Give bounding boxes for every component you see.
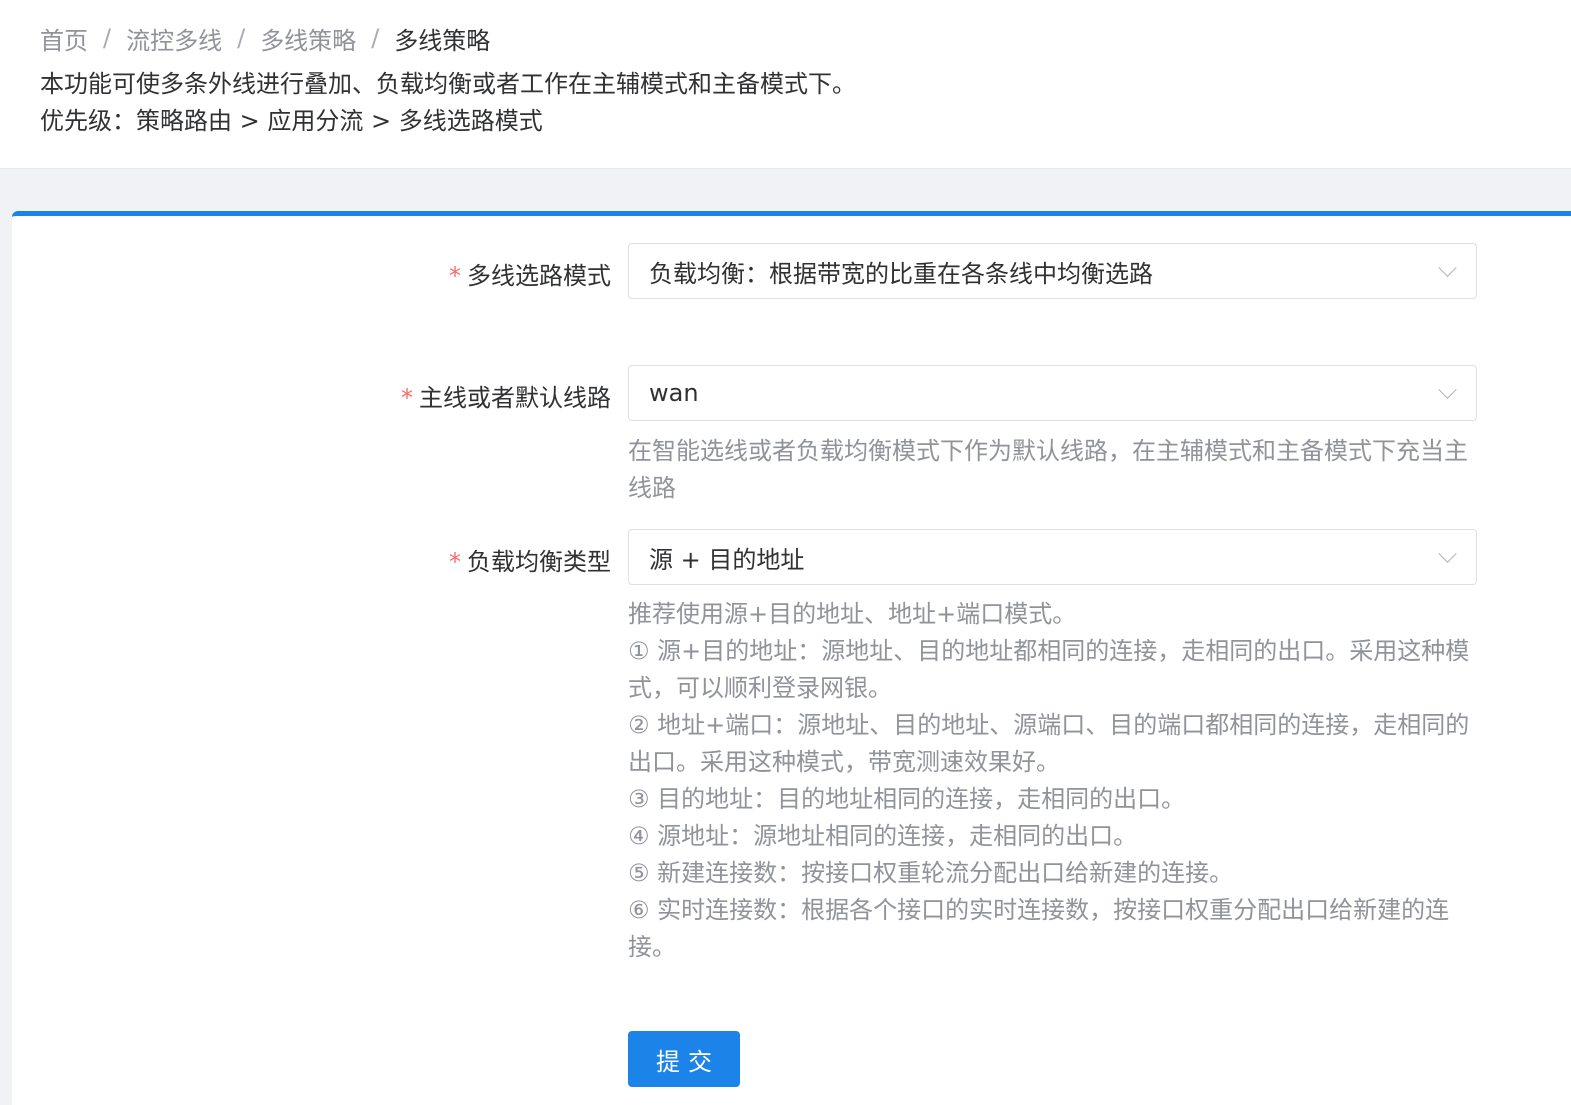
breadcrumb-separator: / xyxy=(103,24,112,52)
lb-type-help-line: ⑥ 实时连接数：根据各个接口的实时连接数，按接口权重分配出口给新建的连接。 xyxy=(628,896,1450,961)
lb-type-help-line: ① 源+目的地址：源地址、目的地址都相同的连接，走相同的出口。采用这种模式，可以… xyxy=(628,637,1470,702)
lb-type-help-line: ④ 源地址：源地址相同的连接，走相同的出口。 xyxy=(628,822,1138,850)
mode-label-text: 多线选路模式 xyxy=(467,262,611,290)
default-line-select[interactable]: wan xyxy=(628,365,1477,421)
breadcrumb-item-flow-control[interactable]: 流控多线 xyxy=(126,21,222,56)
submit-button[interactable]: 提交 xyxy=(628,1031,740,1087)
default-line-help: 在智能选线或者负载均衡模式下作为默认线路，在主辅模式和主备模式下充当主线路 xyxy=(628,433,1478,507)
chevron-down-icon xyxy=(1438,380,1457,399)
required-mark: * xyxy=(449,548,461,576)
breadcrumb: 首页 / 流控多线 / 多线策略 / 多线策略 xyxy=(40,20,490,56)
mode-label: * 多线选路模式 xyxy=(449,258,611,294)
default-line-label: * 主线或者默认线路 xyxy=(401,380,611,416)
lb-type-select-value: 源 + 目的地址 xyxy=(649,545,805,574)
lb-type-help-line: 推荐使用源+目的地址、地址+端口模式。 xyxy=(628,600,1077,628)
required-mark: * xyxy=(449,262,461,290)
mode-select-value: 负载均衡：根据带宽的比重在各条线中均衡选路 xyxy=(649,259,1153,288)
breadcrumb-item-current: 多线策略 xyxy=(394,26,491,55)
default-line-label-text: 主线或者默认线路 xyxy=(419,384,611,412)
lb-type-help-line: ② 地址+端口：源地址、目的地址、源端口、目的端口都相同的连接，走相同的出口。采… xyxy=(628,711,1470,776)
breadcrumb-separator: / xyxy=(237,24,246,52)
page-header: 首页 / 流控多线 / 多线策略 / 多线策略 本功能可使多条外线进行叠加、负载… xyxy=(0,0,1571,169)
page-description: 本功能可使多条外线进行叠加、负载均衡或者工作在主辅模式和主备模式下。 xyxy=(40,70,856,98)
lb-type-help: 推荐使用源+目的地址、地址+端口模式。 ① 源+目的地址：源地址、目的地址都相同… xyxy=(628,596,1478,966)
lb-type-label: * 负载均衡类型 xyxy=(449,544,611,580)
default-line-help-text: 在智能选线或者负载均衡模式下作为默认线路，在主辅模式和主备模式下充当主线路 xyxy=(628,437,1468,502)
lb-type-help-line: ⑤ 新建连接数：按接口权重轮流分配出口给新建的连接。 xyxy=(628,859,1234,887)
priority-description: 优先级：策略路由 > 应用分流 > 多线选路模式 xyxy=(40,107,543,135)
breadcrumb-item-multiline-policy[interactable]: 多线策略 xyxy=(260,21,356,56)
lb-type-help-line: ③ 目的地址：目的地址相同的连接，走相同的出口。 xyxy=(628,785,1186,813)
default-line-select-value: wan xyxy=(649,379,699,407)
chevron-down-icon xyxy=(1438,258,1457,277)
lb-type-label-text: 负载均衡类型 xyxy=(467,548,611,576)
breadcrumb-separator: / xyxy=(371,24,380,52)
mode-select[interactable]: 负载均衡：根据带宽的比重在各条线中均衡选路 xyxy=(628,243,1477,299)
form-card: * 多线选路模式 负载均衡：根据带宽的比重在各条线中均衡选路 * 主线或者默认线路 … xyxy=(12,211,1571,1105)
chevron-down-icon xyxy=(1438,544,1457,563)
breadcrumb-item-home[interactable]: 首页 xyxy=(40,21,88,56)
required-mark: * xyxy=(401,384,413,412)
lb-type-select[interactable]: 源 + 目的地址 xyxy=(628,529,1477,585)
